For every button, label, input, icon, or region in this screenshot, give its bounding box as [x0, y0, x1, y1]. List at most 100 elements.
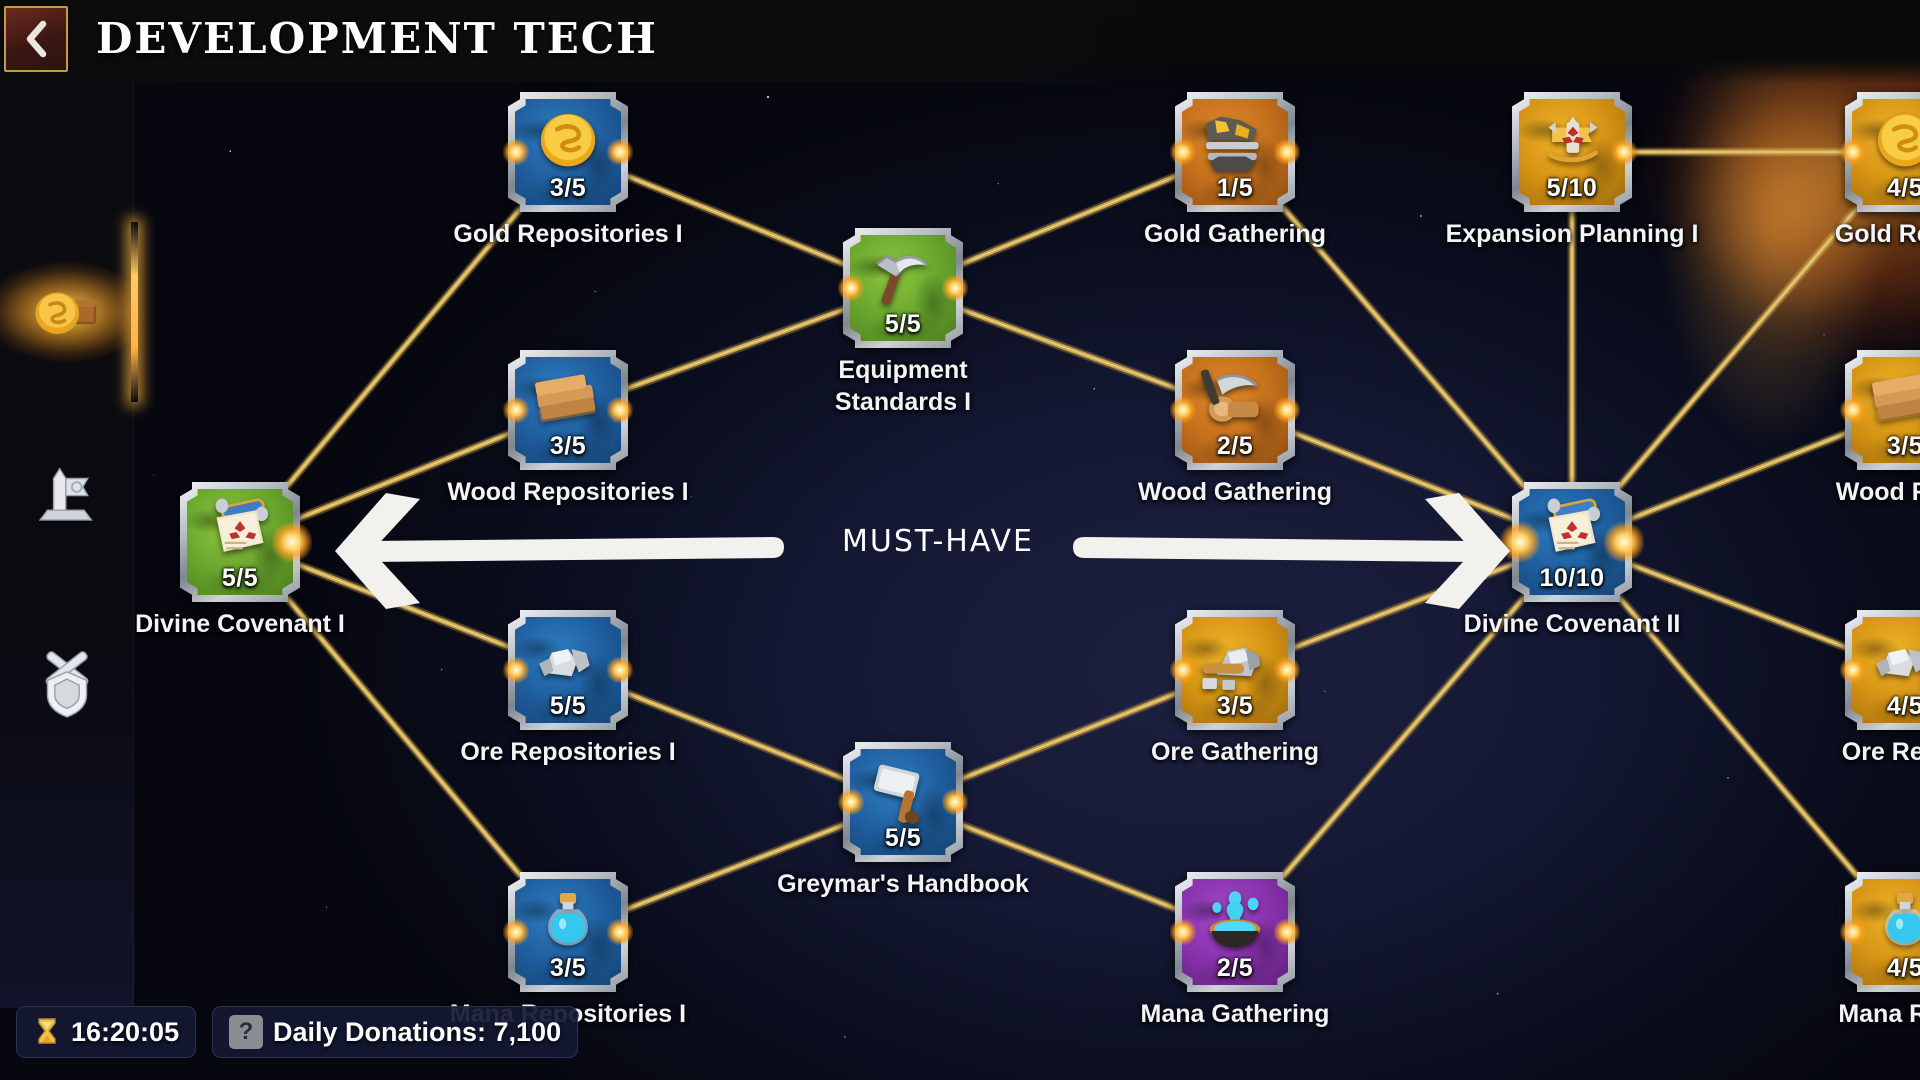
tech-node-level: 3/5 — [1886, 432, 1920, 460]
tech-node-level: 3/5 — [549, 954, 587, 982]
tech-node-level: 3/5 — [549, 432, 587, 460]
tech-node-badge: 10/10 — [1512, 482, 1632, 602]
timer-chip[interactable]: 16:20:05 — [16, 1006, 197, 1058]
tech-node-label-line: Wood Repo — [1835, 478, 1920, 506]
tech-node-badge: 5/5 — [843, 228, 963, 348]
tech-node-label: Ore Repositories I — [460, 736, 675, 768]
crossed-axes-shield-icon — [45, 651, 89, 718]
tech-node-label-line: Gold Gathering — [1144, 220, 1326, 248]
coin-stack-icon — [35, 292, 97, 334]
tech-node-level: 3/5 — [1216, 692, 1254, 720]
wood-planks-icon — [1857, 358, 1920, 442]
tech-node-divine-covenant-i[interactable]: 5/5 Divine Covenant I — [135, 482, 345, 638]
tech-node-level: 2/5 — [1216, 432, 1254, 460]
tech-node-level: 4/5 — [1886, 954, 1920, 982]
tech-node-label-line: Ore Gathering — [1150, 738, 1320, 766]
sidebar — [0, 72, 138, 1008]
tech-node-ore-repositories-i[interactable]: 5/5 Ore Repositories I — [460, 610, 676, 766]
tech-node-label: Ore Repos — [1842, 736, 1920, 768]
ore-rocks-icon — [1857, 618, 1920, 702]
timer-value: 16:20:05 — [71, 1016, 180, 1047]
tech-node-expansion-planning-i[interactable]: 5/10 Expansion Planning I — [1446, 92, 1698, 248]
tech-node-badge: 2/5 — [1175, 350, 1295, 470]
tech-node-label-line: Equipment — [838, 356, 968, 384]
tech-tree-screen: 3/5 Gold Repositories I 3/5 Wood Reposit… — [0, 0, 1920, 1080]
tech-node-gold-gathering[interactable]: 1/5 Gold Gathering — [1144, 92, 1326, 248]
status-bar: 16:20:05 ? Daily Donations: 7,100 — [0, 988, 1920, 1080]
tech-node-wood-gathering[interactable]: 2/5 Wood Gathering — [1138, 350, 1332, 506]
tech-node-label-line: Gold Repos — [1834, 220, 1920, 248]
tech-node-badge: 3/5 — [1175, 610, 1295, 730]
tech-node-label: Divine Covenant I — [135, 608, 345, 640]
hourglass-icon — [38, 1018, 56, 1044]
banner-obelisk-icon — [38, 467, 93, 521]
tech-node-label-line: Expansion Planning I — [1445, 220, 1699, 248]
tech-node-mana-repositories-i[interactable]: 3/5 Mana Repositories I — [450, 872, 686, 1028]
tech-node-level: 5/5 — [884, 310, 922, 338]
tech-node-level: 5/10 — [1546, 174, 1598, 202]
tech-node-label: Ore Gathering — [1151, 736, 1319, 768]
mana-potion-icon — [1857, 880, 1920, 964]
back-button[interactable] — [4, 6, 68, 72]
page-title: DEVELOPMENT TECH — [96, 14, 658, 63]
tech-node-mana-repositories-ii[interactable]: 4/5 Mana Repo — [1838, 872, 1920, 1028]
tech-node-level: 2/5 — [1216, 954, 1254, 982]
sidebar-item-resources[interactable] — [0, 222, 138, 402]
tech-node-gold-repositories-ii[interactable]: 4/5 Gold Repos — [1835, 92, 1920, 248]
tech-node-label: Greymar's Handbook — [777, 868, 1029, 900]
tech-node-gold-repositories-i[interactable]: 3/5 Gold Repositories I — [453, 92, 683, 248]
title-bar: DEVELOPMENT TECH — [0, 0, 1920, 84]
tech-node-label: Gold Repositories I — [453, 218, 682, 250]
chevron-left-icon — [26, 20, 47, 58]
tech-node-label-line: Wood Gathering — [1138, 478, 1332, 506]
tech-node-level: 3/5 — [549, 174, 587, 202]
sidebar-item-territory[interactable] — [0, 438, 134, 558]
tech-node-greymars-handbook[interactable]: 5/5 Greymar's Handbook — [777, 742, 1029, 898]
tech-node-mana-gathering[interactable]: 2/5 Mana Gathering — [1141, 872, 1329, 1028]
tech-node-level: 4/5 — [1886, 692, 1920, 720]
tech-node-badge: 3/5 — [508, 872, 628, 992]
tech-node-label-line: Divine Covenant II — [1463, 610, 1681, 638]
tech-node-label-line: Ore Repos — [1841, 738, 1920, 766]
scroll-icon — [192, 490, 288, 574]
tech-node-wood-repositories-i[interactable]: 3/5 Wood Repositories I — [447, 350, 689, 506]
tech-node-badge: 3/5 — [508, 350, 628, 470]
sidebar-item-military[interactable] — [0, 624, 134, 744]
gold-coin-icon — [520, 100, 616, 184]
tech-node-ore-repositories-ii[interactable]: 4/5 Ore Repos — [1842, 610, 1920, 766]
donations-value: Daily Donations: 7,100 — [273, 1016, 562, 1047]
tech-node-badge: 5/5 — [843, 742, 963, 862]
tech-node-badge: 4/5 — [1845, 872, 1920, 992]
tech-node-label: Gold Gathering — [1144, 218, 1326, 250]
tech-node-level: 1/5 — [1216, 174, 1254, 202]
tech-node-level: 4/5 — [1886, 174, 1920, 202]
gold-coin-icon — [1857, 100, 1920, 184]
tech-node-label: Wood Gathering — [1138, 476, 1332, 508]
tech-node-level: 5/5 — [221, 564, 259, 592]
tech-node-label: Wood Repositories I — [447, 476, 688, 508]
ore-rocks-icon — [520, 618, 616, 702]
donations-chip[interactable]: ? Daily Donations: 7,100 — [212, 1006, 579, 1058]
ore-pickaxe-icon — [1187, 618, 1283, 702]
tech-node-badge: 5/5 — [180, 482, 300, 602]
wood-planks-icon — [520, 358, 616, 442]
question-mark-icon[interactable]: ? — [229, 1015, 263, 1049]
tech-node-level: 10/10 — [1539, 564, 1605, 592]
tech-node-badge: 1/5 — [1175, 92, 1295, 212]
tech-node-label: Divine Covenant II — [1464, 608, 1681, 640]
tech-node-badge: 3/5 — [508, 92, 628, 212]
tech-node-label: Expansion Planning I — [1446, 218, 1699, 250]
war-hammer-icon — [855, 750, 951, 834]
tech-node-level: 5/5 — [549, 692, 587, 720]
tech-node-label-line: Greymar's Handbook — [777, 870, 1029, 898]
tech-node-label: Gold Repos — [1835, 218, 1920, 250]
tech-node-ore-gathering[interactable]: 3/5 Ore Gathering — [1151, 610, 1319, 766]
tech-node-level: 5/5 — [884, 824, 922, 852]
tech-node-equipment-standards-i[interactable]: 5/5 Equipment Standards I — [835, 228, 971, 416]
tech-node-wood-repositories-ii[interactable]: 3/5 Wood Repo — [1836, 350, 1920, 506]
axe-logs-icon — [1187, 358, 1283, 442]
tech-node-divine-covenant-ii[interactable]: 10/10 Divine Covenant II — [1464, 482, 1680, 638]
tech-node-label-line: Standards I — [834, 388, 972, 416]
tech-node-label-line: Wood Repositories I — [447, 478, 689, 506]
expansion-banner-icon — [1524, 100, 1620, 184]
